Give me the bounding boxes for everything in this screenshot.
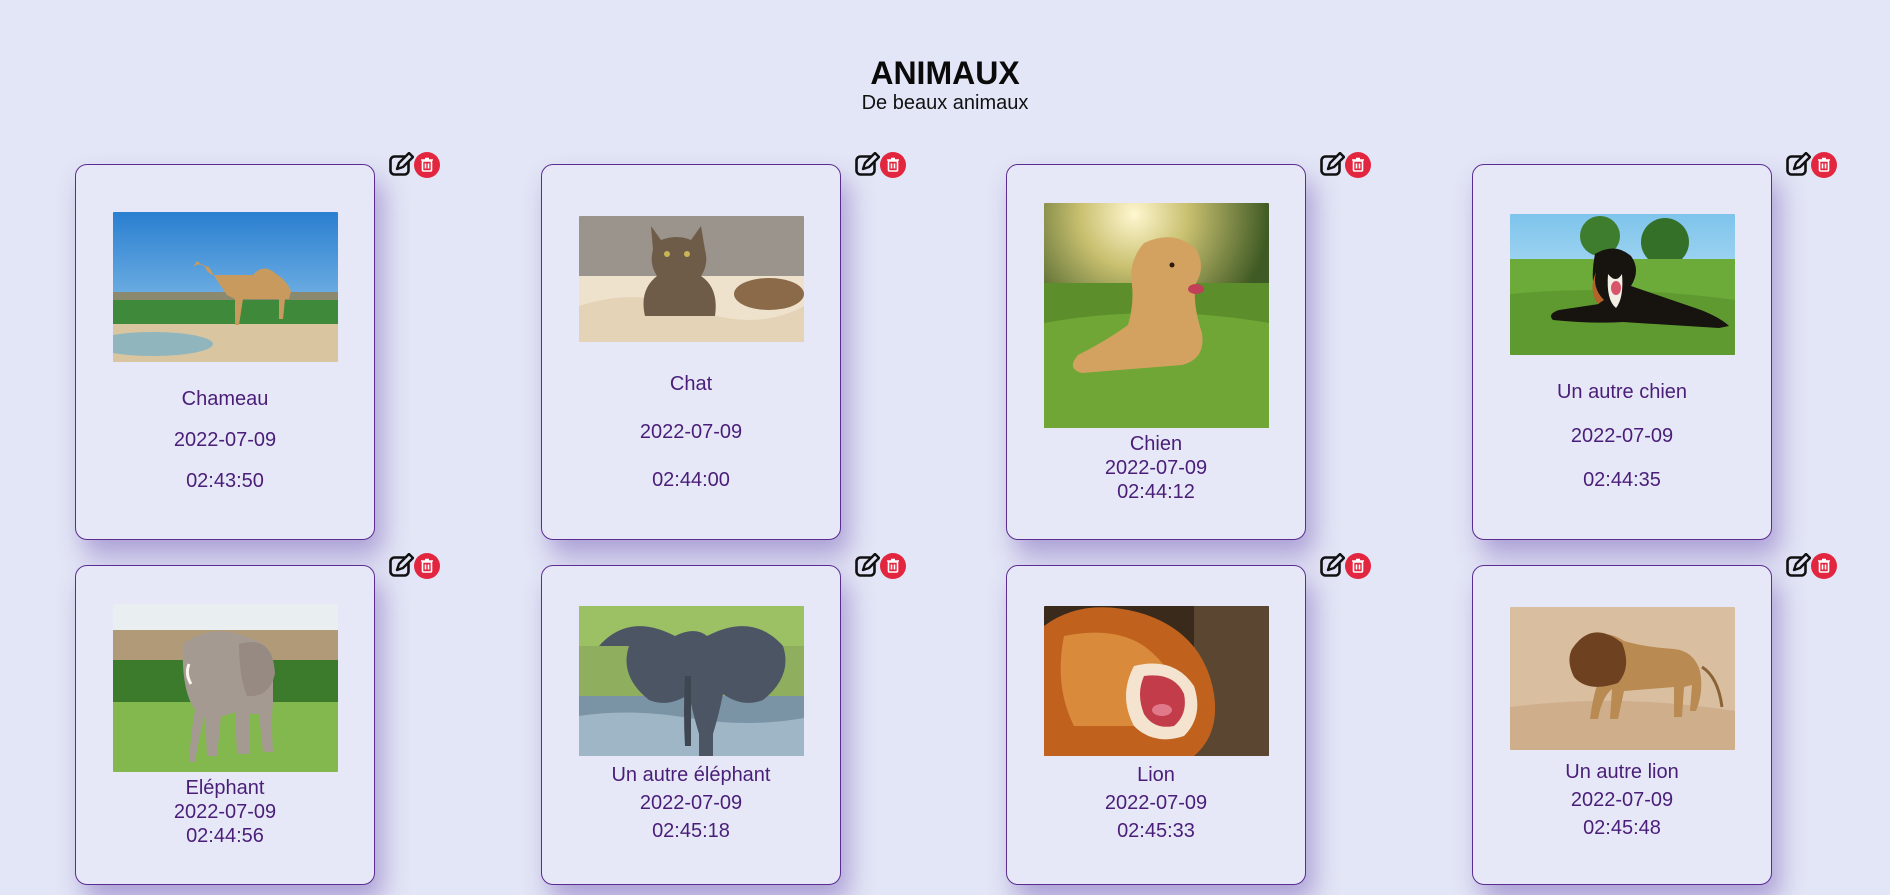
animal-date: 2022-07-09 xyxy=(1104,792,1208,814)
animal-name: Lion xyxy=(1137,764,1175,786)
animal-date: 2022-07-09 xyxy=(1570,425,1674,447)
animal-card: Un autre éléphant 2022-07-09 02:45:18 xyxy=(541,565,841,885)
edit-icon xyxy=(1320,152,1345,176)
card-actions xyxy=(388,150,440,178)
animal-time: 02:44:35 xyxy=(1583,469,1661,491)
animal-name: Un autre éléphant xyxy=(611,764,771,786)
animal-image xyxy=(112,212,338,362)
animal-card: Chat 2022-07-09 02:44:00 xyxy=(541,164,841,540)
animal-card: Un autre chien 2022-07-09 02:44:35 xyxy=(1472,164,1772,540)
card-actions xyxy=(854,150,906,178)
trash-icon xyxy=(1818,157,1830,172)
edit-icon xyxy=(1786,152,1811,176)
animal-name: Chameau xyxy=(181,388,269,410)
trash-icon xyxy=(887,157,899,172)
page-subtitle: De beaux animaux xyxy=(861,92,1029,114)
animal-time: 02:45:18 xyxy=(652,820,730,842)
page-title: ANIMAUX xyxy=(870,55,1020,91)
card-actions xyxy=(1785,150,1837,178)
edit-icon xyxy=(389,152,414,176)
edit-button[interactable] xyxy=(1785,553,1811,579)
animal-card: Chien 2022-07-09 02:44:12 xyxy=(1006,164,1306,540)
card-actions xyxy=(1319,551,1371,579)
animal-card: Eléphant 2022-07-09 02:44:56 xyxy=(75,565,375,885)
animal-time: 02:44:12 xyxy=(1117,481,1195,503)
trash-icon xyxy=(887,558,899,573)
card-actions xyxy=(388,551,440,579)
card-actions xyxy=(1785,551,1837,579)
edit-button[interactable] xyxy=(388,152,414,178)
edit-button[interactable] xyxy=(1785,152,1811,178)
edit-button[interactable] xyxy=(1319,553,1345,579)
animal-card: Chameau 2022-07-09 02:43:50 xyxy=(75,164,375,540)
edit-button[interactable] xyxy=(388,553,414,579)
card-actions xyxy=(1319,150,1371,178)
trash-icon xyxy=(1352,157,1364,172)
animal-name: Un autre lion xyxy=(1565,761,1679,783)
animal-name: Un autre chien xyxy=(1556,381,1688,403)
page-header: ANIMAUX De beaux animaux xyxy=(0,55,1890,115)
trash-icon xyxy=(1818,558,1830,573)
animal-image xyxy=(1509,214,1735,355)
delete-button[interactable] xyxy=(880,152,906,178)
delete-button[interactable] xyxy=(1811,553,1837,579)
animal-name: Chat xyxy=(669,373,713,395)
edit-button[interactable] xyxy=(1319,152,1345,178)
delete-button[interactable] xyxy=(1811,152,1837,178)
animal-time: 02:44:56 xyxy=(186,825,264,847)
animal-time: 02:45:48 xyxy=(1583,817,1661,839)
animal-name: Eléphant xyxy=(185,777,265,799)
edit-icon xyxy=(1786,553,1811,577)
animal-image xyxy=(1509,607,1735,750)
delete-button[interactable] xyxy=(1345,553,1371,579)
trash-icon xyxy=(421,558,433,573)
edit-icon xyxy=(389,553,414,577)
delete-button[interactable] xyxy=(880,553,906,579)
animal-date: 2022-07-09 xyxy=(639,421,743,443)
trash-icon xyxy=(421,157,433,172)
animal-image xyxy=(112,604,338,772)
animal-time: 02:44:00 xyxy=(652,469,730,491)
card-actions xyxy=(854,551,906,579)
edit-icon xyxy=(855,553,880,577)
animal-image xyxy=(578,606,804,756)
animal-image xyxy=(1043,203,1269,428)
delete-button[interactable] xyxy=(414,152,440,178)
animal-date: 2022-07-09 xyxy=(1570,789,1674,811)
animal-date: 2022-07-09 xyxy=(173,429,277,451)
edit-button[interactable] xyxy=(854,152,880,178)
edit-icon xyxy=(855,152,880,176)
animal-date: 2022-07-09 xyxy=(1104,457,1208,479)
animal-image xyxy=(1043,606,1269,756)
animal-name: Chien xyxy=(1129,433,1183,455)
delete-button[interactable] xyxy=(1345,152,1371,178)
animal-date: 2022-07-09 xyxy=(173,801,277,823)
edit-button[interactable] xyxy=(854,553,880,579)
edit-icon xyxy=(1320,553,1345,577)
animal-time: 02:45:33 xyxy=(1117,820,1195,842)
animal-card: Un autre lion 2022-07-09 02:45:48 xyxy=(1472,565,1772,885)
animal-image xyxy=(578,216,804,342)
delete-button[interactable] xyxy=(414,553,440,579)
animal-card: Lion 2022-07-09 02:45:33 xyxy=(1006,565,1306,885)
animal-time: 02:43:50 xyxy=(186,470,264,492)
animal-date: 2022-07-09 xyxy=(639,792,743,814)
trash-icon xyxy=(1352,558,1364,573)
